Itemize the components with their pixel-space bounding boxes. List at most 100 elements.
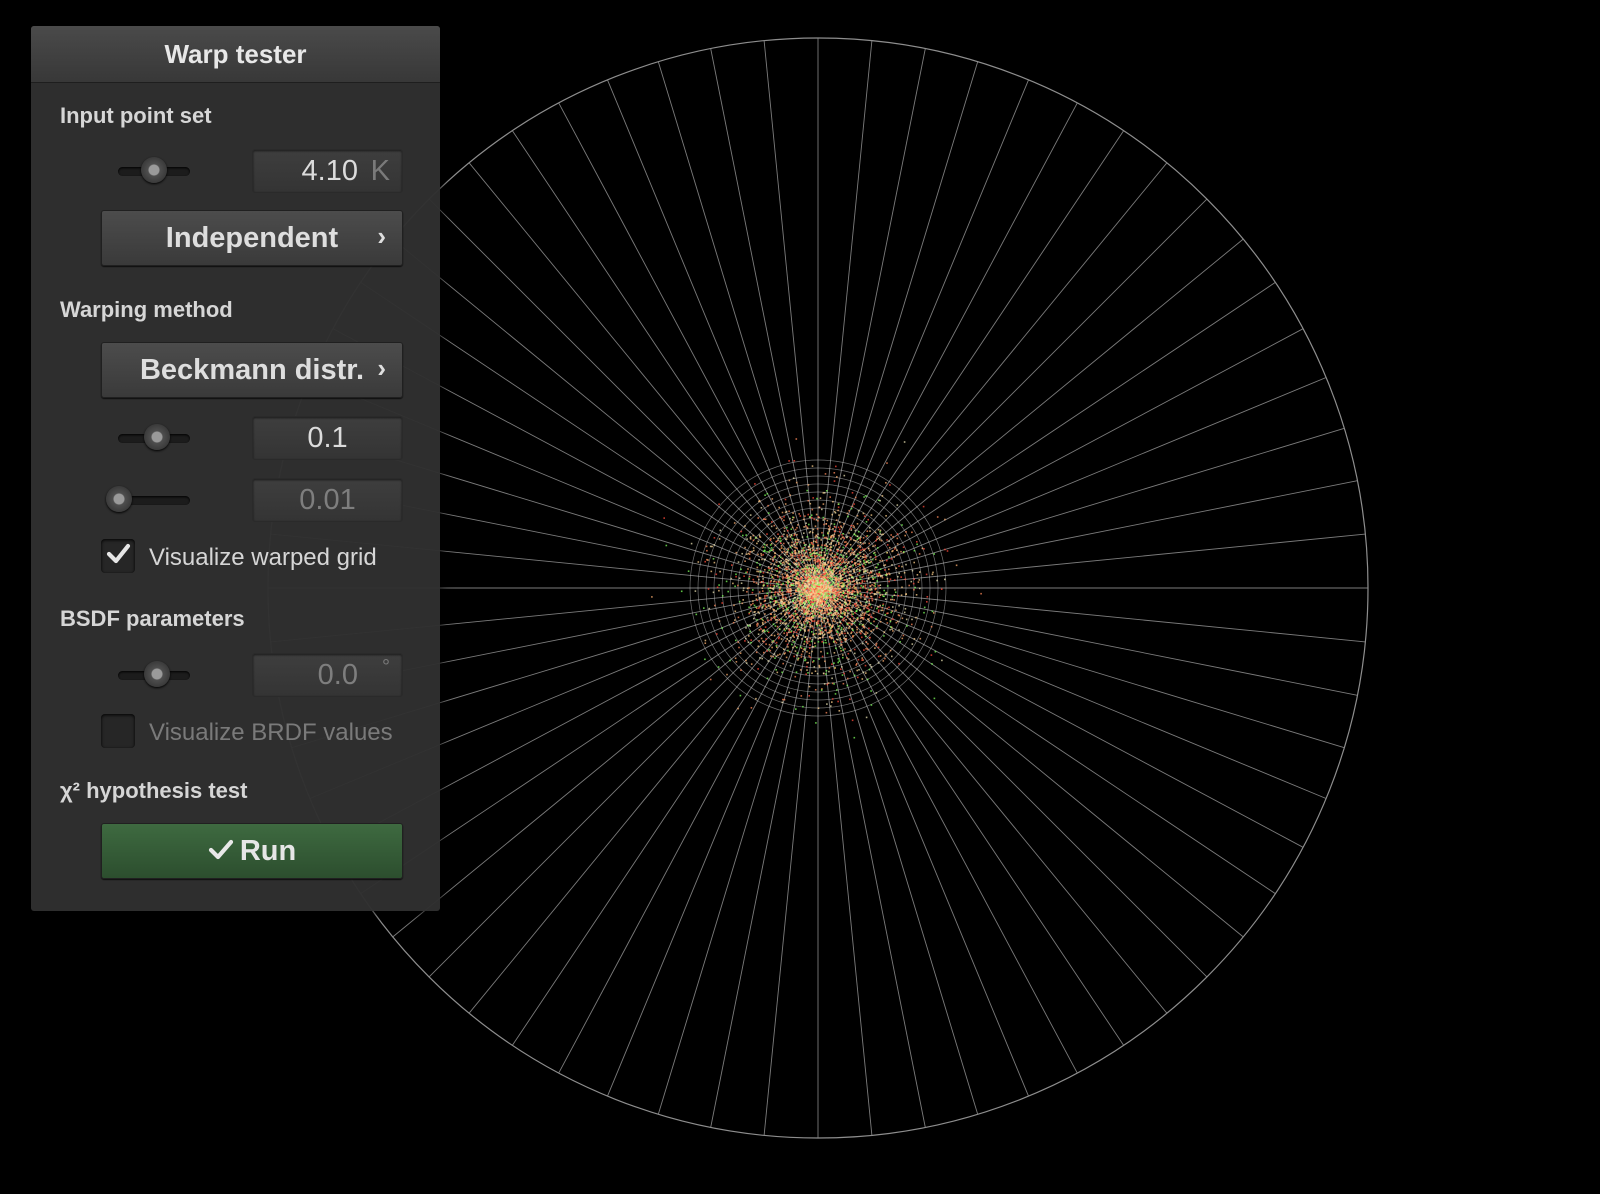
sample-point: [734, 619, 736, 621]
sample-point: [866, 591, 868, 593]
sample-point: [715, 573, 718, 576]
sample-point: [784, 498, 787, 501]
sample-point: [864, 554, 867, 557]
sample-point: [786, 529, 789, 532]
sample-point: [895, 567, 898, 569]
sample-point: [902, 546, 905, 548]
sample-point: [847, 658, 850, 660]
sample-point: [779, 653, 781, 656]
sample-point: [816, 608, 819, 610]
slider-knob[interactable]: [144, 424, 170, 450]
sample-point: [946, 550, 949, 552]
sample-point: [718, 503, 720, 505]
visualize-brdf-label[interactable]: Visualize BRDF values: [149, 719, 393, 747]
sample-point: [804, 515, 806, 517]
visualize-grid-label[interactable]: Visualize warped grid: [149, 544, 377, 572]
panel-title[interactable]: Warp tester: [31, 26, 440, 83]
sample-point: [814, 575, 817, 578]
sample-point: [848, 609, 851, 612]
sample-point: [862, 618, 864, 621]
sample-point: [879, 529, 882, 532]
sample-point: [879, 587, 881, 589]
sample-point: [827, 602, 829, 604]
parameter-1-slider[interactable]: [118, 424, 190, 450]
sample-point: [758, 607, 760, 609]
sample-point: [798, 609, 800, 611]
sample-point: [853, 569, 856, 571]
sample-point: [888, 580, 890, 583]
sample-point: [820, 573, 822, 575]
sample-point: [881, 575, 883, 577]
sample-point: [880, 539, 883, 542]
sample-point: [827, 632, 829, 634]
sample-point: [873, 573, 876, 576]
sample-point: [837, 598, 839, 601]
sample-point: [803, 649, 806, 651]
angle-field[interactable]: 0.0 °: [252, 653, 403, 697]
sample-point: [826, 611, 828, 614]
sample-point: [847, 515, 849, 518]
sample-point: [869, 585, 872, 587]
sample-point: [779, 548, 781, 551]
slider-knob[interactable]: [144, 661, 170, 687]
sample-point: [820, 596, 823, 598]
run-button[interactable]: Run: [101, 823, 403, 879]
sample-point: [933, 553, 935, 555]
sample-point: [820, 554, 823, 557]
sample-point: [789, 598, 791, 601]
sample-point: [869, 592, 872, 595]
sample-point: [823, 593, 825, 596]
sample-point: [770, 538, 772, 540]
angle-slider[interactable]: [118, 661, 190, 687]
sample-point: [853, 736, 856, 739]
parameter-1-value: 0.1: [307, 422, 348, 454]
sample-point: [819, 571, 821, 573]
point-count-slider[interactable]: [118, 157, 190, 183]
parameter-1-field[interactable]: 0.1: [252, 416, 403, 460]
sample-point: [759, 604, 762, 606]
visualize-brdf-checkbox[interactable]: [101, 714, 135, 748]
sample-point: [769, 584, 772, 586]
sample-point: [766, 585, 769, 587]
sample-point: [757, 633, 760, 635]
sample-point: [704, 658, 706, 661]
sample-point: [703, 607, 705, 609]
point-count-field[interactable]: 4.10 K: [252, 149, 403, 193]
sample-point: [856, 535, 859, 538]
sample-point: [823, 558, 826, 561]
sample-point: [814, 689, 817, 691]
sample-point: [844, 632, 846, 635]
sample-point: [765, 643, 767, 645]
sample-point: [849, 554, 852, 556]
sample-point: [820, 618, 823, 621]
sample-point: [803, 575, 806, 578]
sample-point: [823, 536, 826, 539]
sample-point: [783, 601, 786, 604]
sample-point: [842, 656, 844, 659]
sample-point: [864, 563, 867, 566]
sample-point: [808, 652, 811, 655]
sample-point: [865, 560, 868, 563]
sample-point: [851, 551, 853, 554]
slider-knob[interactable]: [141, 157, 167, 183]
sample-point: [884, 564, 887, 566]
sample-point: [789, 636, 792, 639]
sample-point: [790, 593, 792, 595]
warping-method-button[interactable]: Beckmann distr. ›: [101, 342, 403, 398]
sample-point: [793, 631, 795, 633]
sample-point: [838, 557, 841, 560]
sample-point: [756, 575, 759, 578]
sample-point: [828, 593, 830, 595]
point-type-button[interactable]: Independent ›: [101, 210, 403, 266]
visualize-grid-checkbox[interactable]: [101, 539, 135, 573]
sample-point: [769, 605, 771, 607]
sample-point: [763, 558, 766, 561]
sample-point: [766, 616, 769, 619]
sample-point: [839, 578, 841, 581]
sample-point: [825, 673, 827, 675]
sample-point: [835, 642, 838, 644]
sample-point: [940, 588, 943, 590]
sample-point: [794, 539, 796, 541]
sample-point: [783, 542, 785, 545]
sample-point: [811, 576, 814, 579]
